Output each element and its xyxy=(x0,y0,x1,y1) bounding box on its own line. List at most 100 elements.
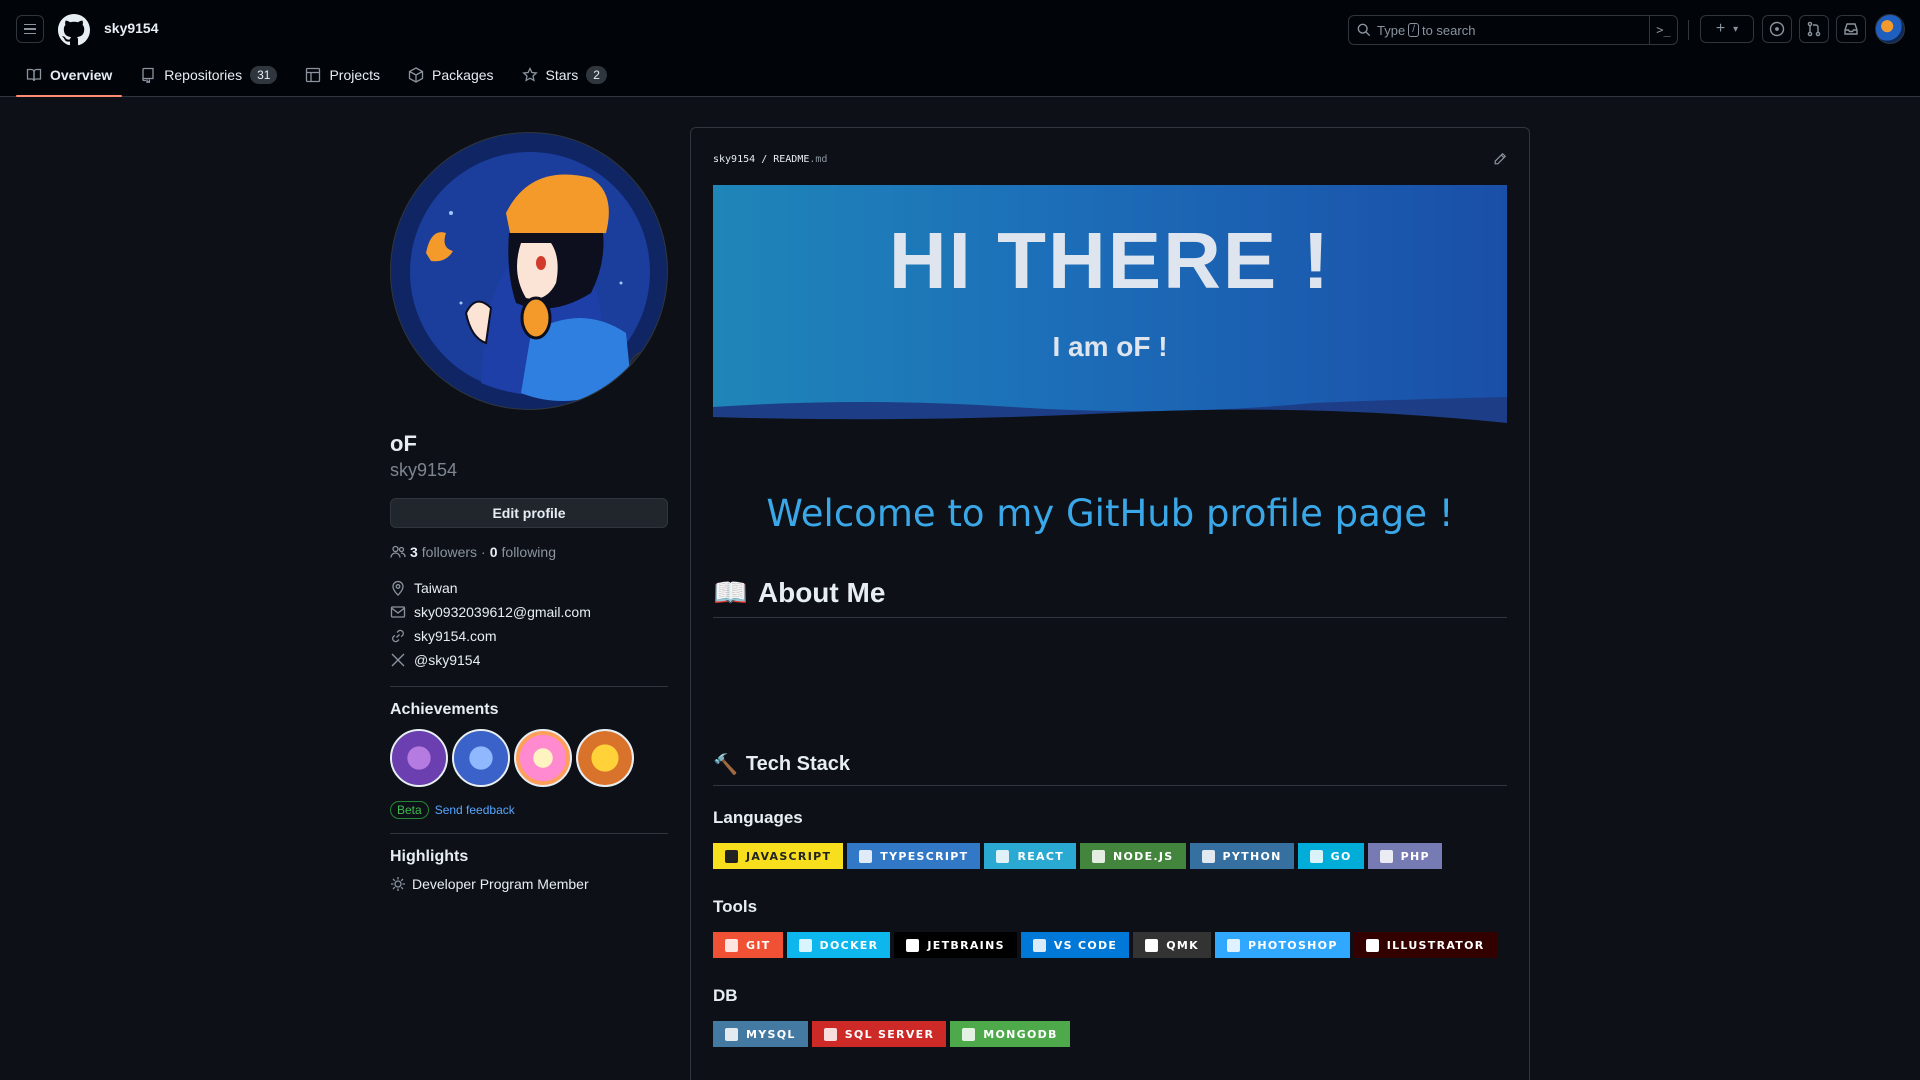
illustrator-icon xyxy=(1365,938,1379,952)
inbox-button[interactable] xyxy=(1836,15,1866,43)
tab-repositories-label: Repositories xyxy=(164,67,243,83)
command-icon: >_ xyxy=(1656,23,1671,37)
tab-packages-label: Packages xyxy=(432,67,494,83)
user-avatar-menu[interactable] xyxy=(1875,14,1905,44)
email-item[interactable]: sky0932039612@gmail.com xyxy=(390,600,668,624)
readme-card: sky9154 / README.md HI THERE ! I am oF !… xyxy=(690,127,1530,1080)
caret-down-icon: ▾ xyxy=(1733,23,1739,35)
badge-label: GIT xyxy=(746,938,771,952)
divider xyxy=(390,833,668,834)
profile-login: sky9154 xyxy=(390,460,458,480)
go-icon xyxy=(1309,849,1323,863)
achievement-quickdraw-badge[interactable] xyxy=(576,729,634,787)
send-feedback-link[interactable]: Send feedback xyxy=(435,803,515,817)
badge-label: JAVASCRIPT xyxy=(746,849,832,863)
profile-sidebar: oF sky9154 Edit profile 3 followers · 0 … xyxy=(390,132,668,892)
badge-go: GO xyxy=(1297,843,1364,869)
email-link[interactable]: sky0932039612@gmail.com xyxy=(414,604,591,620)
tab-stars-label: Stars xyxy=(545,67,579,83)
db-heading: DB xyxy=(713,986,738,1005)
tab-projects[interactable]: Projects xyxy=(295,60,390,90)
follow-stats: 3 followers · 0 following xyxy=(390,544,668,560)
profile-avatar[interactable] xyxy=(390,132,668,410)
badge-label: SQL SERVER xyxy=(844,1027,935,1041)
badge-qmk: QMK xyxy=(1133,932,1211,958)
profile-tabs: Overview Repositories 31 Projects Packag… xyxy=(16,60,625,97)
command-palette-button[interactable]: >_ xyxy=(1649,16,1677,44)
docker-icon xyxy=(798,938,812,952)
badge-php: PHP xyxy=(1367,843,1442,869)
badge-react: REACT xyxy=(984,843,1077,869)
mail-icon xyxy=(390,606,406,618)
search-prefix: Type xyxy=(1377,22,1406,38)
tab-repositories[interactable]: Repositories 31 xyxy=(130,60,287,90)
following-link[interactable]: following xyxy=(502,544,556,560)
readme-breadcrumb: sky9154 / README.md xyxy=(713,154,827,165)
issues-button[interactable] xyxy=(1762,15,1792,43)
badge-jetbrains: JETBRAINS xyxy=(894,932,1017,958)
achievements-title[interactable]: Achievements xyxy=(390,701,668,719)
achievements-feedback: Beta Send feedback xyxy=(390,801,668,819)
about-me-heading: 📖 About Me xyxy=(713,576,1507,618)
badge-label: DOCKER xyxy=(819,938,879,952)
badge-label: NODE.JS xyxy=(1113,849,1174,863)
search-input[interactable]: Type / to search >_ xyxy=(1348,15,1678,45)
pencil-icon xyxy=(1494,152,1507,165)
hammer-icon: 🔨 xyxy=(713,754,738,776)
javascript-icon xyxy=(725,849,738,863)
achievement-yolo-badge[interactable] xyxy=(514,729,572,787)
global-header: sky9154 Type / to search >_ + ▾ Overview… xyxy=(0,0,1920,97)
tools-heading: Tools xyxy=(713,897,758,916)
node-js-icon xyxy=(1092,849,1106,863)
followers-link[interactable]: followers xyxy=(422,544,477,560)
edit-profile-button[interactable]: Edit profile xyxy=(390,498,668,528)
tab-overview[interactable]: Overview xyxy=(16,60,123,97)
menu-button[interactable] xyxy=(16,15,44,43)
header-username[interactable]: sky9154 xyxy=(104,20,159,36)
achievement-galaxy-brain-badge[interactable] xyxy=(390,729,448,787)
languages-heading: Languages xyxy=(713,808,803,827)
following-count[interactable]: 0 xyxy=(490,544,498,560)
highlight-item: Developer Program Member xyxy=(390,876,668,892)
github-logo-icon[interactable] xyxy=(58,14,90,46)
typescript-icon xyxy=(859,849,873,863)
smiley-icon xyxy=(638,360,654,376)
readme-filename[interactable]: README xyxy=(773,154,809,165)
badge-javascript: JAVASCRIPT xyxy=(713,843,844,869)
location-item: Taiwan xyxy=(390,576,668,600)
beta-badge: Beta xyxy=(390,801,429,819)
badge-docker: DOCKER xyxy=(786,932,891,958)
pull-requests-button[interactable] xyxy=(1799,15,1829,43)
stars-count: 2 xyxy=(586,66,607,84)
tab-stars[interactable]: Stars 2 xyxy=(512,60,617,90)
repositories-count: 31 xyxy=(250,66,278,84)
profile-name: oF xyxy=(390,431,417,456)
highlights-title: Highlights xyxy=(390,848,469,865)
react-icon xyxy=(996,849,1010,863)
search-icon xyxy=(1357,23,1371,37)
star-icon xyxy=(521,67,538,82)
package-icon xyxy=(408,67,424,83)
highlight-developer-program: Developer Program Member xyxy=(412,876,589,892)
languages-badges: JAVASCRIPT TYPESCRIPT REACT NODE.JS PYTHON GO… xyxy=(713,843,1442,869)
badge-label: GO xyxy=(1330,849,1352,863)
profile-details: Taiwan sky0932039612@gmail.com sky9154.c… xyxy=(390,576,668,672)
inbox-icon xyxy=(1844,23,1858,35)
tab-packages[interactable]: Packages xyxy=(398,60,503,90)
mysql-icon xyxy=(725,1027,738,1041)
header-divider xyxy=(1688,20,1689,40)
x-item[interactable]: @sky9154 xyxy=(390,648,668,672)
edit-readme-button[interactable] xyxy=(1493,152,1507,169)
python-icon xyxy=(1201,849,1215,863)
create-new-button[interactable]: + ▾ xyxy=(1700,15,1754,43)
website-item[interactable]: sky9154.com xyxy=(390,624,668,648)
location-icon xyxy=(392,580,404,596)
badge-label: MYSQL xyxy=(746,1027,796,1041)
x-handle-link[interactable]: @sky9154 xyxy=(414,652,480,668)
follow-separator: · xyxy=(481,544,486,560)
followers-count[interactable]: 3 xyxy=(410,544,418,560)
set-status-button[interactable] xyxy=(629,351,663,385)
website-link[interactable]: sky9154.com xyxy=(414,628,496,644)
readme-owner-link[interactable]: sky9154 xyxy=(713,154,755,165)
achievement-pull-shark-badge[interactable] xyxy=(452,729,510,787)
